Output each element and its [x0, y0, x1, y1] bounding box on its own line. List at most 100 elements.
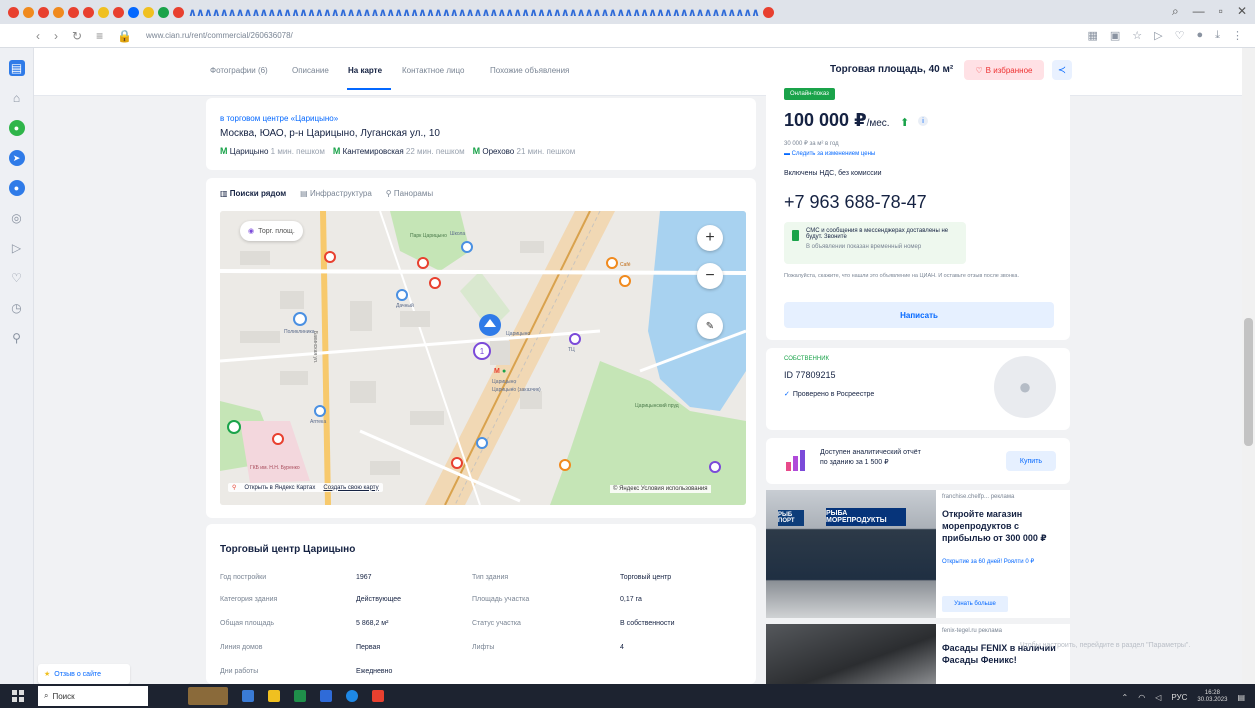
- play-icon[interactable]: ▷: [9, 240, 25, 256]
- tab-contact[interactable]: Контактное лицо: [402, 66, 464, 75]
- metro-item[interactable]: M Царицыно 1 мин. пешком: [220, 146, 325, 156]
- language-indicator[interactable]: РУС: [1171, 693, 1187, 702]
- file-explorer-icon[interactable]: [268, 690, 280, 702]
- reader-icon[interactable]: ▦: [1087, 29, 1097, 42]
- url-field[interactable]: www.cian.ru/rent/commercial/260636078/: [146, 31, 293, 40]
- share-button[interactable]: ≺: [1052, 60, 1072, 80]
- scrollbar-thumb[interactable]: [1244, 318, 1253, 446]
- map-canvas[interactable]: 1 M ● Царицыно Царицыно (заказчик) Цариц…: [220, 211, 746, 505]
- ad-banner[interactable]: fenix-tegel.ru реклама Фасады FENIX в на…: [766, 624, 1070, 684]
- download-icon[interactable]: ⤓: [1215, 29, 1220, 42]
- ad-source: franchise.chelfp... реклама: [942, 494, 1015, 500]
- settings-icon[interactable]: ⋮: [1232, 29, 1243, 42]
- minimize-icon[interactable]: —: [1193, 4, 1205, 19]
- menu-icon[interactable]: ≡: [96, 29, 103, 43]
- excel-icon[interactable]: [294, 690, 306, 702]
- pin-icon[interactable]: ⚲: [9, 330, 25, 346]
- zoom-out-button[interactable]: −: [697, 263, 723, 289]
- tab-favicon-icon[interactable]: [53, 6, 64, 18]
- network-icon[interactable]: ◠: [1138, 693, 1145, 702]
- tab-favicon-icon[interactable]: [128, 6, 139, 18]
- ad-banner[interactable]: РЫБ ПОРТ РЫБА МОРЕПРОДУКТЫ franchise.che…: [766, 490, 1070, 618]
- tab-panoramas[interactable]: ⚲ Панорамы: [386, 189, 433, 198]
- chevron-up-icon[interactable]: ⌃: [1122, 693, 1129, 702]
- info-value: 4: [620, 644, 624, 651]
- taskbar-search[interactable]: ⌕ Поиск: [38, 686, 148, 706]
- map-filter-chip[interactable]: ◉ Торг. площ.: [240, 221, 303, 241]
- ad-image[interactable]: [766, 624, 936, 684]
- notifications-icon[interactable]: ▤: [1237, 693, 1245, 702]
- heart-icon[interactable]: ♡: [9, 270, 25, 286]
- back-icon[interactable]: ‹: [36, 29, 40, 43]
- browser-tab-strip[interactable]: ∧∧∧∧∧∧∧∧∧∧∧∧∧∧∧∧∧∧∧∧∧∧∧∧∧∧∧∧∧∧∧∧∧∧∧∧∧∧∧∧…: [0, 0, 1255, 24]
- tab-similar[interactable]: Похожие объявления: [490, 66, 569, 75]
- tab-favicon-icon[interactable]: [38, 6, 49, 18]
- ad-image[interactable]: РЫБ ПОРТ РЫБА МОРЕПРОДУКТЫ: [766, 490, 936, 618]
- phone-number[interactable]: +7 963 688-78-47: [784, 192, 927, 213]
- tab-favicon-icon[interactable]: [143, 6, 154, 18]
- volume-icon[interactable]: ◁: [1155, 693, 1161, 702]
- zoom-in-button[interactable]: +: [697, 225, 723, 251]
- tab-favicon-icon[interactable]: [83, 6, 94, 18]
- mall-link[interactable]: в торговом центре «Царицыно»: [220, 114, 338, 123]
- maximize-icon[interactable]: ▫: [1219, 4, 1223, 19]
- tab-description[interactable]: Описание: [292, 66, 329, 75]
- close-icon[interactable]: ✕: [1237, 4, 1247, 19]
- task-view-icon[interactable]: [242, 690, 254, 702]
- telegram-icon[interactable]: ➤: [8, 150, 25, 166]
- clock[interactable]: 16:28 30.03.2023: [1197, 690, 1227, 704]
- bookmark-icon[interactable]: ☆: [1132, 29, 1142, 42]
- tab-favicon-icon[interactable]: [23, 6, 34, 18]
- tab-glyph-icon[interactable]: ∧∧∧∧∧∧∧∧∧∧∧∧∧∧∧∧∧∧∧∧∧∧∧∧∧∧∧∧∧∧∧∧∧∧∧∧∧∧∧∧…: [188, 6, 760, 19]
- tab-favicon-icon[interactable]: [763, 6, 775, 18]
- ruler-icon: ✎: [705, 320, 715, 332]
- widget-icon[interactable]: [188, 687, 228, 705]
- word-icon[interactable]: [320, 690, 332, 702]
- sidebar-green-icon[interactable]: ●: [8, 120, 25, 136]
- feedback-button[interactable]: ★ Отзыв о сайте: [38, 664, 130, 684]
- tab-favicon-icon[interactable]: [113, 6, 124, 18]
- play-icon[interactable]: ▷: [1154, 29, 1162, 42]
- tab-on-map[interactable]: На карте: [348, 66, 382, 75]
- info-icon[interactable]: i: [918, 116, 928, 126]
- follow-price-link[interactable]: ▬ Следить за изменением цены: [784, 151, 875, 157]
- map-copyright[interactable]: © Яндекс Условия использования: [610, 485, 711, 493]
- search-label: Поиск: [52, 691, 75, 701]
- search-icon[interactable]: ⌕: [1172, 4, 1179, 19]
- ad-learn-more-button[interactable]: Узнать больше: [942, 596, 1008, 612]
- tab-favicon-icon[interactable]: [173, 6, 184, 18]
- home-icon[interactable]: ⌂: [9, 90, 25, 106]
- ad-title[interactable]: Откройте магазин морепродуктов с прибыль…: [942, 508, 1066, 544]
- messenger-icon[interactable]: ●: [8, 180, 25, 196]
- opera-icon[interactable]: [372, 690, 384, 702]
- buy-report-button[interactable]: Купить: [1006, 451, 1056, 471]
- page-scrollbar[interactable]: [1242, 48, 1255, 684]
- heart-icon[interactable]: ♡: [1175, 29, 1185, 42]
- tab-favicon-icon[interactable]: [158, 6, 169, 18]
- tab-photos[interactable]: Фотографии (6): [210, 66, 268, 75]
- yandex-map[interactable]: 1 M ● Царицыно Царицыно (заказчик) Цариц…: [220, 211, 746, 505]
- reload-icon[interactable]: ↻: [72, 29, 82, 43]
- write-button[interactable]: Написать: [784, 302, 1054, 328]
- clock-icon[interactable]: ◷: [9, 300, 25, 316]
- open-yandex-link[interactable]: Открыть в Яндекс Картах: [244, 485, 315, 491]
- create-map-link[interactable]: Создать свою карту: [323, 485, 378, 491]
- tab-infrastructure[interactable]: ▤ Инфраструктура: [300, 189, 372, 198]
- windows-start-icon[interactable]: [12, 690, 24, 702]
- tab-favicon-icon[interactable]: [68, 6, 79, 18]
- target-icon[interactable]: ◎: [9, 210, 25, 226]
- sidebar-app-icon[interactable]: ▤: [8, 60, 25, 76]
- profile-icon[interactable]: ●: [1196, 29, 1203, 42]
- metro-item[interactable]: M Кантемировская 22 мин. пешком: [333, 146, 465, 156]
- extensions-icon[interactable]: ▣: [1110, 29, 1120, 42]
- metro-item[interactable]: M Орехово 21 мин. пешком: [473, 146, 576, 156]
- forward-icon[interactable]: ›: [54, 29, 58, 43]
- ad-sign: РЫБА МОРЕПРОДУКТЫ: [826, 508, 906, 526]
- tab-favicon-icon[interactable]: [8, 6, 19, 18]
- edge-icon[interactable]: [346, 690, 358, 702]
- browser-toolbar-icons: ▦ ▣ ☆ ▷ ♡ ● ⤓ ⋮: [1087, 29, 1243, 42]
- tab-nearby-search[interactable]: ▥ Поиски рядом: [220, 189, 286, 198]
- tab-favicon-icon[interactable]: [98, 6, 109, 18]
- favorite-button[interactable]: ♡ В избранное: [964, 60, 1044, 80]
- ruler-button[interactable]: ✎: [697, 313, 723, 339]
